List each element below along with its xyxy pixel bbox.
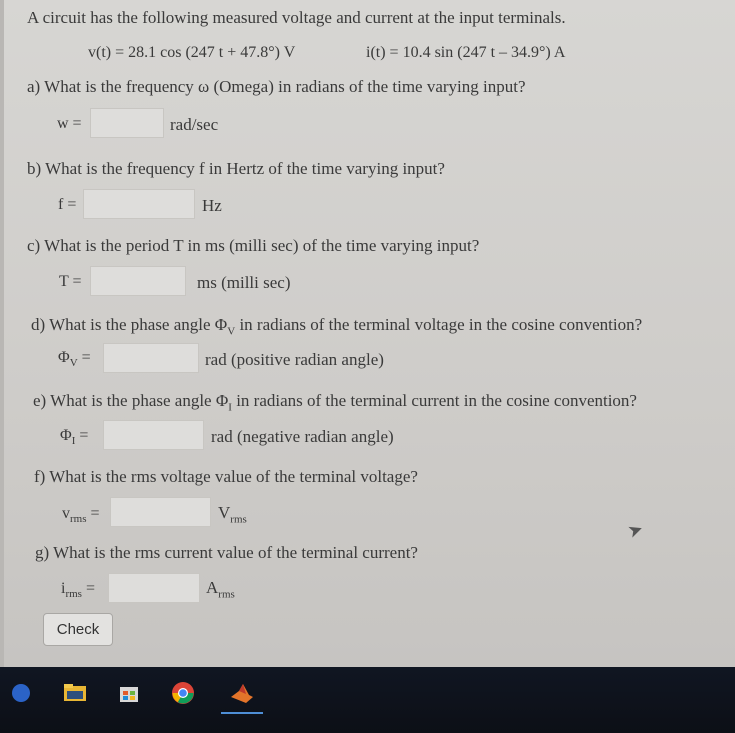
question-d: d) What is the phase angle ΦV in radians… — [31, 315, 643, 338]
label-phi-v: ΦV = — [58, 349, 91, 370]
answer-v-rms-input[interactable] — [110, 497, 211, 527]
unit-phi-i: rad (negative radian angle) — [211, 427, 394, 446]
unit-omega: rad/sec — [170, 115, 219, 134]
label-v-rms: vrms = — [62, 505, 100, 526]
unit-frequency: Hz — [202, 196, 222, 215]
answer-period-input[interactable] — [90, 266, 186, 296]
screen: A circuit has the following measured vol… — [0, 0, 735, 667]
unit-v-rms: Vrms — [218, 503, 247, 526]
windows-icon[interactable] — [8, 681, 34, 705]
active-app-indicator — [221, 712, 263, 714]
voltage-expression: v(t) = 28.1 cos (247 t + 47.8°) V — [88, 44, 296, 61]
current-expression: i(t) = 10.4 sin (247 t – 34.9°) A — [366, 44, 566, 61]
answer-i-rms-input[interactable] — [108, 573, 200, 603]
taskbar — [0, 667, 735, 733]
matlab-icon[interactable] — [229, 681, 255, 705]
question-e: e) What is the phase angle ΦI in radians… — [33, 391, 637, 414]
unit-i-rms: Arms — [206, 578, 235, 601]
question-c: c) What is the period T in ms (milli sec… — [27, 236, 480, 255]
label-f: f = — [58, 196, 77, 213]
answer-frequency-input[interactable] — [83, 189, 195, 219]
label-omega: w = — [57, 115, 82, 132]
store-icon[interactable] — [116, 681, 142, 705]
answer-phi-v-input[interactable] — [103, 343, 199, 373]
chrome-icon[interactable] — [170, 681, 196, 705]
question-g: g) What is the rms current value of the … — [35, 543, 418, 562]
mouse-cursor-icon: ➤ — [624, 518, 647, 543]
unit-phi-v: rad (positive radian angle) — [205, 350, 384, 369]
window-edge — [0, 0, 4, 667]
question-a: a) What is the frequency ω (Omega) in ra… — [27, 77, 526, 96]
question-f: f) What is the rms voltage value of the … — [34, 467, 418, 486]
problem-intro: A circuit has the following measured vol… — [27, 8, 566, 27]
check-button[interactable]: Check — [43, 613, 113, 646]
question-b: b) What is the frequency f in Hertz of t… — [27, 159, 445, 178]
answer-omega-input[interactable] — [90, 108, 164, 138]
label-T: T = — [59, 273, 82, 290]
file-explorer-icon[interactable] — [62, 681, 88, 705]
label-i-rms: irms = — [61, 580, 95, 601]
answer-phi-i-input[interactable] — [103, 420, 204, 450]
label-phi-i: ΦI = — [60, 427, 89, 448]
unit-period: ms (milli sec) — [197, 273, 291, 292]
